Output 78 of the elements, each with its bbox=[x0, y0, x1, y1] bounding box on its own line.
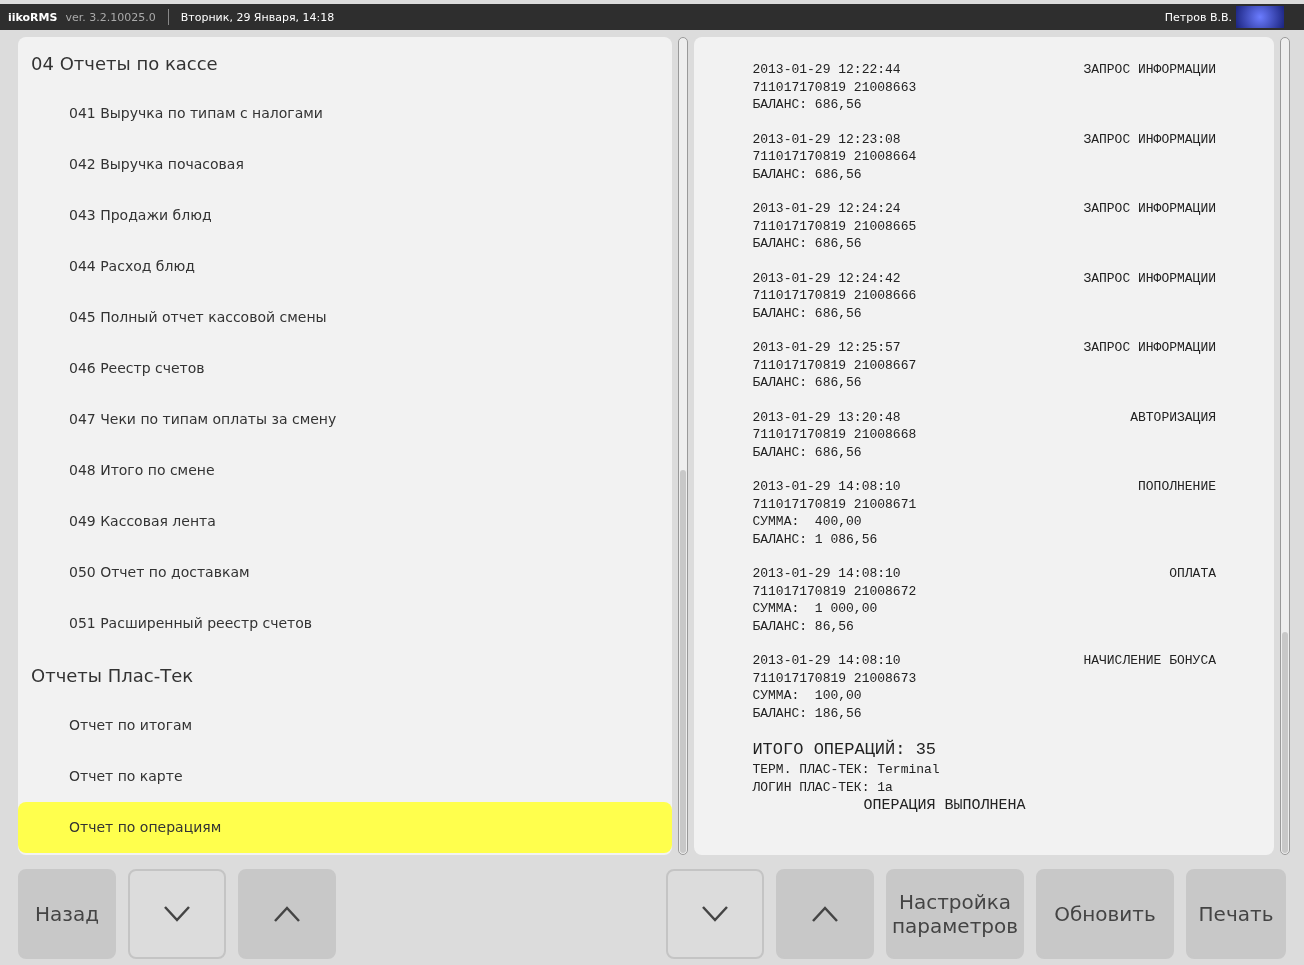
user-name: Петров В.В. bbox=[1164, 10, 1232, 24]
chevron-down-icon bbox=[164, 906, 190, 922]
operation-detail: БАЛАНС: 686,56 bbox=[752, 305, 862, 321]
operation-type: ЗАПРОС ИНФОРМАЦИИ bbox=[1083, 130, 1216, 148]
operation-detail: БАЛАНС: 686,56 bbox=[752, 97, 862, 112]
operation-detail: БАЛАНС: 86,56 bbox=[752, 618, 854, 634]
scrollbar-drawing[interactable] bbox=[1280, 37, 1290, 855]
back-button[interactable]: Назад bbox=[18, 869, 116, 959]
report-item[interactable]: 047 Чеки по типам оплаты за смену bbox=[18, 394, 673, 445]
operation-type: ЗАПРОС ИНФОРМАЦИИ bbox=[1083, 269, 1216, 287]
scroll-up-button[interactable] bbox=[776, 869, 874, 959]
scroll-up-button[interactable] bbox=[238, 869, 336, 959]
chevron-up-icon bbox=[812, 906, 838, 922]
chevron-down-icon bbox=[702, 906, 728, 922]
avatar-placeholder bbox=[1236, 6, 1284, 28]
report-item[interactable]: Отчет по итогам bbox=[18, 700, 673, 751]
scrollbar-drawing[interactable] bbox=[678, 37, 689, 855]
login-line: ЛОГИН ПЛАС-ТЕК: 1a bbox=[752, 779, 893, 795]
chevron-up-icon bbox=[274, 906, 300, 922]
card-number: 711017170819 21008664 bbox=[752, 149, 917, 164]
operation-detail: БАЛАНС: 186,56 bbox=[752, 705, 862, 721]
card-number: 711017170819 21008671 bbox=[752, 496, 917, 512]
card-number: 711017170819 21008673 bbox=[752, 670, 917, 686]
operation-detail: БАЛАНС: 686,56 bbox=[752, 375, 862, 390]
terminal-line: ТЕРМ. ПЛАС-ТЕК: Terminal bbox=[752, 762, 940, 777]
operation-detail: СУММА: 100,00 bbox=[752, 688, 862, 703]
report-item[interactable]: 043 Продажи блюд bbox=[18, 190, 673, 241]
section-header: Отчеты Плас-Тек bbox=[30, 664, 195, 688]
report-item[interactable]: 044 Расход блюд bbox=[18, 241, 673, 292]
operation-detail: СУММА: 400,00 bbox=[752, 514, 862, 529]
action-button[interactable]: Печать bbox=[1186, 869, 1286, 959]
operation-detail: СУММА: 1 000,00 bbox=[752, 601, 878, 616]
operation-type: НАЧИСЛЕНИЕ БОНУСА bbox=[1083, 652, 1216, 670]
total-operations: ИТОГО ОПЕРАЦИЙ: 35 bbox=[752, 740, 937, 759]
report-item[interactable]: 045 Полный отчет кассовой смены bbox=[18, 292, 673, 343]
scroll-down-button[interactable] bbox=[666, 869, 764, 959]
operation-detail: БАЛАНС: 686,56 bbox=[752, 236, 862, 251]
report-item[interactable]: 049 Кассовая лента bbox=[18, 496, 673, 547]
operation-type: ЗАПРОС ИНФОРМАЦИИ bbox=[1083, 61, 1216, 79]
operation-datetime: 2013-01-29 12:25:57 bbox=[752, 339, 901, 357]
operation-datetime: 2013-01-29 14:08:10 bbox=[752, 652, 901, 670]
card-number: 711017170819 21008668 bbox=[752, 427, 917, 442]
operation-type: АВТОРИЗАЦИЯ bbox=[1130, 408, 1216, 426]
version-label: ver. 3.2.10025.0 bbox=[65, 10, 156, 24]
operation-type: ПОПОЛНЕНИЕ bbox=[1138, 478, 1216, 496]
card-number: 711017170819 21008672 bbox=[752, 583, 917, 599]
report-item[interactable]: 046 Реестр счетов bbox=[18, 343, 673, 394]
operation-type: ЗАПРОС ИНФОРМАЦИИ bbox=[1083, 339, 1216, 357]
card-number: 711017170819 21008663 bbox=[752, 79, 917, 95]
operation-datetime: 2013-01-29 13:20:48 bbox=[752, 408, 901, 426]
report-item[interactable]: 041 Выручка по типам с налогами bbox=[18, 88, 673, 139]
report-item[interactable]: Отчет по карте bbox=[18, 751, 673, 802]
action-button[interactable]: Настройка параметров bbox=[886, 869, 1024, 959]
operation-type: ОПЛАТА bbox=[1169, 565, 1216, 583]
operation-datetime: 2013-01-29 12:24:24 bbox=[752, 200, 901, 218]
operation-datetime: 2013-01-29 14:08:10 bbox=[752, 565, 901, 583]
card-number: 711017170819 21008665 bbox=[752, 218, 917, 234]
report-item[interactable]: Отчет по операциям bbox=[18, 802, 673, 853]
report-item[interactable]: 048 Итого по смене bbox=[18, 445, 673, 496]
operation-datetime: 2013-01-29 12:23:08 bbox=[752, 130, 901, 148]
report-item[interactable]: 051 Расширенный реестр счетов bbox=[18, 598, 673, 649]
section-header: 04 Отчеты по кассе bbox=[30, 52, 219, 76]
operation-datetime: 2013-01-29 12:24:42 bbox=[752, 269, 901, 287]
operation-datetime: 2013-01-29 14:08:10 bbox=[752, 478, 901, 496]
operation-detail: БАЛАНС: 1 086,56 bbox=[752, 531, 878, 547]
scroll-down-button[interactable] bbox=[128, 869, 226, 959]
date-time: Вторник, 29 Января, 14:18 bbox=[180, 10, 335, 24]
status-line: ОПЕРАЦИЯ ВЫПОЛНЕНА bbox=[863, 797, 1026, 814]
operation-detail: БАЛАНС: 686,56 bbox=[752, 166, 862, 182]
operation-datetime: 2013-01-29 12:22:44 bbox=[752, 61, 901, 79]
report-item[interactable]: 042 Выручка почасовая bbox=[18, 139, 673, 190]
report-item[interactable]: 050 Отчет по доставкам bbox=[18, 547, 673, 598]
card-number: 711017170819 21008667 bbox=[752, 357, 917, 373]
operation-detail: БАЛАНС: 686,56 bbox=[752, 444, 862, 460]
operation-type: ЗАПРОС ИНФОРМАЦИИ bbox=[1083, 200, 1216, 218]
app-name: iikoRMS bbox=[8, 10, 58, 24]
card-number: 711017170819 21008666 bbox=[752, 288, 917, 303]
action-button[interactable]: Обновить bbox=[1036, 869, 1174, 959]
